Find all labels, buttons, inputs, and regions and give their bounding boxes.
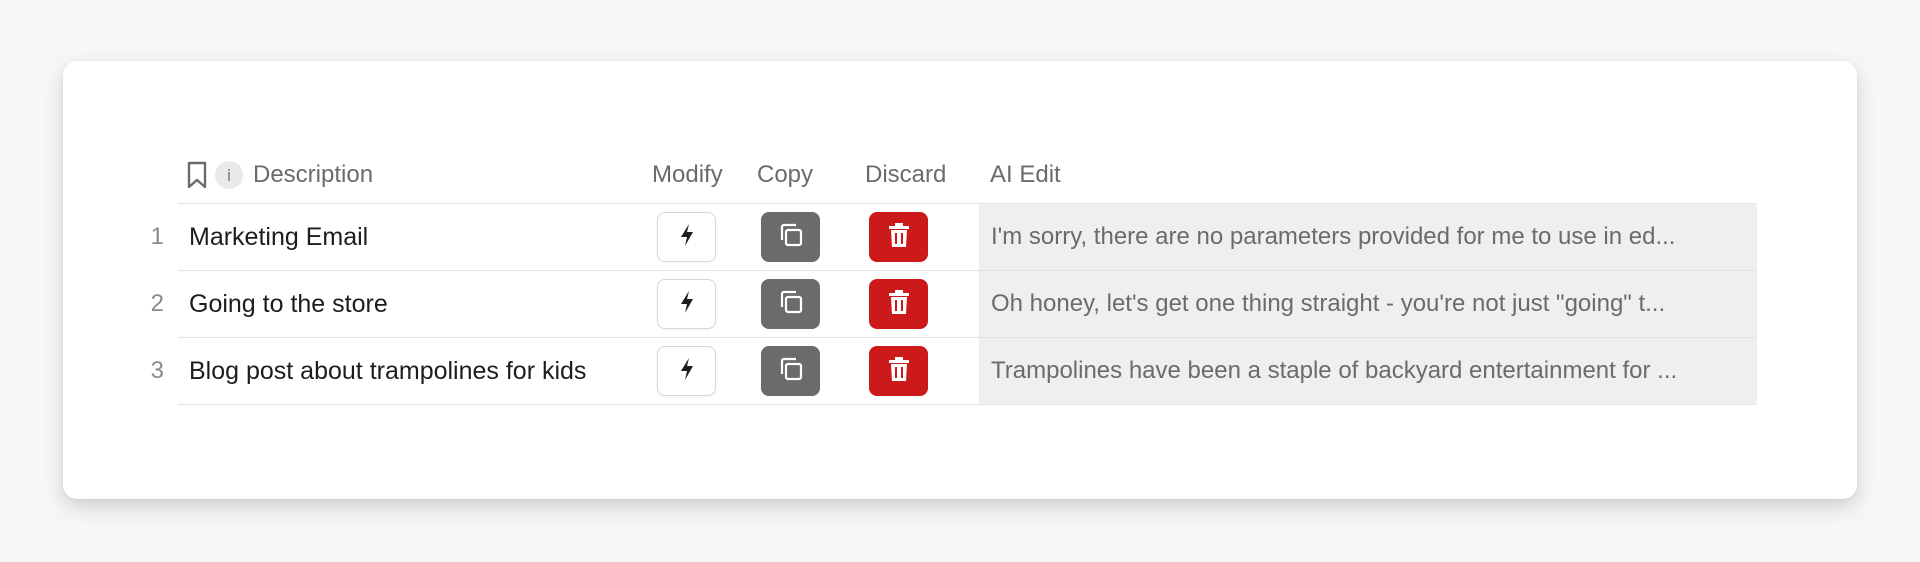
ai-edit-text[interactable]: I'm sorry, there are no parameters provi… [979,204,1757,270]
ai-edit-text[interactable]: Oh honey, let's get one thing straight -… [979,271,1757,337]
trash-icon [888,356,910,387]
column-header-description-label: Description [253,161,374,188]
table-body: 1 Marketing Email I'm sorry, there are n… [151,203,1757,405]
modify-button[interactable] [657,279,716,329]
info-icon[interactable]: i [215,161,243,189]
table-card: i Description Modify Copy Discard AI Edi… [63,61,1857,499]
bookmark-icon[interactable] [185,160,209,190]
discard-button[interactable] [869,279,928,329]
copy-button[interactable] [761,346,820,396]
lightning-bolt-icon [679,357,695,386]
modify-button[interactable] [657,346,716,396]
ai-edit-text[interactable]: Trampolines have been a staple of backya… [979,338,1757,404]
table-row: 2 Going to the store Oh honey, let's get… [151,270,1757,337]
column-header-description: i Description [185,157,373,193]
row-number: 1 [150,223,164,250]
row-number: 2 [150,290,164,317]
lightning-bolt-icon [679,223,695,252]
copy-icon [777,288,805,321]
copy-button[interactable] [761,279,820,329]
row-description[interactable]: Blog post about trampolines for kids [189,338,586,404]
trash-icon [888,289,910,320]
column-header-discard: Discard [865,161,947,188]
copy-icon [777,355,805,388]
modify-button[interactable] [657,212,716,262]
column-header-copy: Copy [757,161,814,188]
copy-icon [777,221,805,254]
copy-button[interactable] [761,212,820,262]
row-number: 3 [150,357,164,384]
table-row: 1 Marketing Email I'm sorry, there are n… [151,203,1757,270]
discard-button[interactable] [869,346,928,396]
row-description[interactable]: Marketing Email [189,204,368,270]
row-description[interactable]: Going to the store [189,271,388,337]
column-header-ai-edit: AI Edit [990,161,1061,188]
trash-icon [888,222,910,253]
discard-button[interactable] [869,212,928,262]
table-row: 3 Blog post about trampolines for kids T… [151,337,1757,405]
lightning-bolt-icon [679,290,695,319]
column-header-modify: Modify [652,161,723,188]
